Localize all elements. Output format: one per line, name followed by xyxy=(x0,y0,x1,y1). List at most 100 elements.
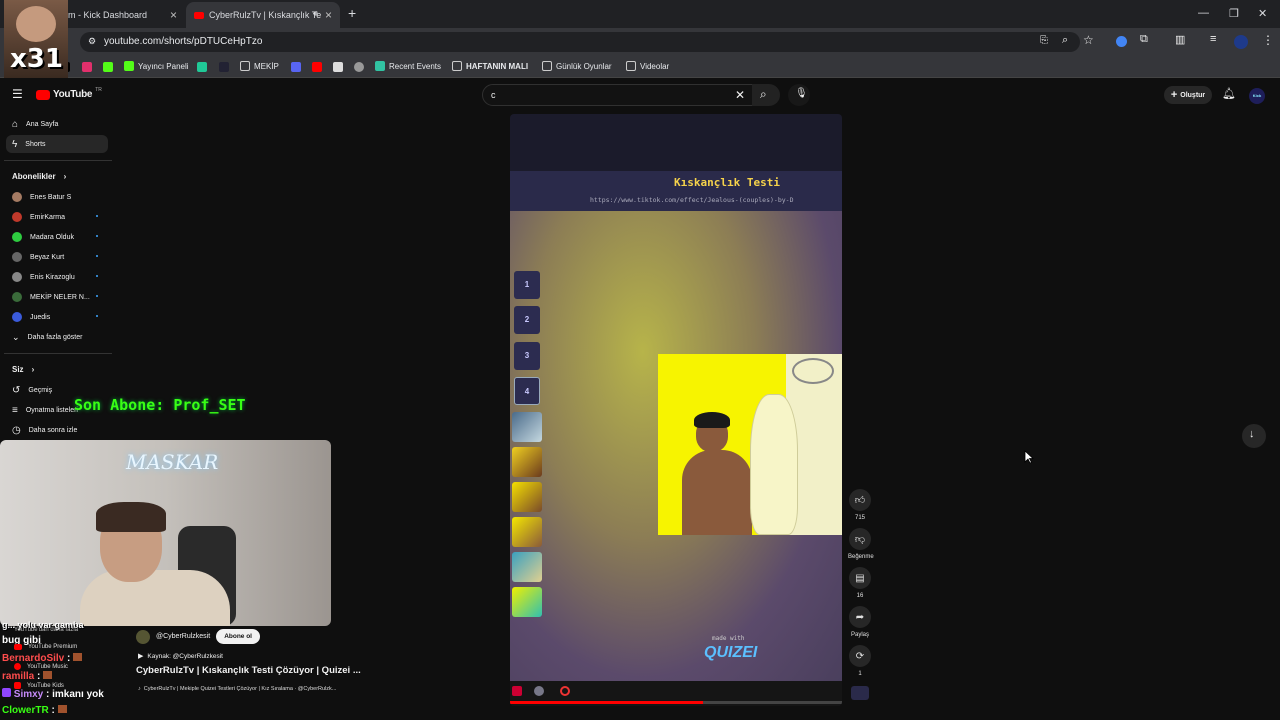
sidebar-show-more[interactable]: ⌄ Daha fazla göster xyxy=(6,328,108,346)
create-button[interactable]: + Oluştur xyxy=(1164,86,1212,104)
made-with-label: made with xyxy=(712,635,745,642)
like-count: 715 xyxy=(854,515,865,521)
youtube-more-label[interactable]: YouTube'dan daha fazla xyxy=(14,627,78,633)
instagram-bookmark-icon[interactable] xyxy=(82,62,92,72)
sidebar-item-subscription[interactable]: Enis Kirazoglu xyxy=(6,268,108,286)
player-controls xyxy=(510,681,842,706)
shower-head xyxy=(792,358,834,384)
search-button[interactable]: ⌕ xyxy=(752,84,780,106)
like-button[interactable]: 👍︎ 715 xyxy=(848,489,872,521)
profile-avatar[interactable] xyxy=(1234,35,1248,49)
video-title[interactable]: CyberRulzTv | Kıskançlık Testi Çözüyor |… xyxy=(136,665,361,676)
youtube-logo[interactable]: YouTube TR xyxy=(36,87,102,100)
bookmark-recent-events[interactable]: Recent Events xyxy=(375,61,441,71)
bookmark-yayinci-paneli[interactable]: Yayıncı Paneli xyxy=(124,61,189,71)
omnibox[interactable]: ⚙ youtube.com/shorts/pDTUCeHpTzo xyxy=(80,32,1080,52)
taskbar-icon[interactable] xyxy=(534,686,544,696)
zoom-icon[interactable]: ⌕ xyxy=(1062,34,1068,47)
account-avatar[interactable]: Kick xyxy=(1249,88,1265,104)
last-subscriber-overlay: Son Abone: Prof_SET xyxy=(74,396,246,414)
comment-icon: ▤ xyxy=(855,572,865,584)
taskbar-icon[interactable] xyxy=(560,686,570,696)
sidebar-item-subscription[interactable]: EmirKarma xyxy=(6,208,108,226)
sidebar-item-subscription[interactable]: Beyaz Kurt xyxy=(6,248,108,266)
play-icon: ▶ xyxy=(138,653,144,660)
emote-icon xyxy=(57,705,67,713)
subscribe-button[interactable]: Abone ol xyxy=(216,629,260,644)
menu-kebab-icon[interactable]: ⋮ xyxy=(1262,33,1274,47)
sound-thumbnail[interactable] xyxy=(851,686,869,700)
app-bookmark-icon[interactable] xyxy=(197,62,207,72)
bookmark-mekip[interactable]: MEKİP xyxy=(240,61,279,71)
clear-search-icon[interactable]: ✕ xyxy=(735,88,745,102)
image-bookmark-icon[interactable] xyxy=(333,62,343,72)
extensions-puzzle-icon[interactable]: ⧉ xyxy=(1140,33,1148,46)
ranked-thumbnail xyxy=(512,482,542,512)
rank-slot: 2 xyxy=(514,306,540,334)
youtube-bookmark-icon[interactable] xyxy=(312,62,322,72)
man-hair xyxy=(694,412,730,428)
speaker-icon[interactable]: 🔊︎ xyxy=(313,9,318,19)
bookmark-star-icon[interactable]: ☆ xyxy=(1083,33,1094,47)
search-input[interactable]: c ✕ xyxy=(482,84,754,106)
remix-button[interactable]: ⟳ 1 xyxy=(848,645,872,677)
play-bookmark-icon[interactable] xyxy=(219,62,229,72)
channel-avatar[interactable] xyxy=(136,629,150,644)
sidebar-item-home[interactable]: ⌂ Ana Sayfa xyxy=(6,115,108,133)
close-icon[interactable]: × xyxy=(170,8,177,22)
clock-icon: ◷ xyxy=(12,424,21,436)
youtube-premium-icon xyxy=(14,644,22,650)
restore-icon[interactable]: ❐ xyxy=(1229,7,1239,20)
source-row[interactable]: ▶ Kaynak: @CyberRulzkesit xyxy=(138,652,223,661)
voice-search-button[interactable]: 🎙︎ xyxy=(788,84,810,106)
playlist-icon: ≡ xyxy=(12,404,18,416)
site-info-icon[interactable]: ⚙ xyxy=(88,36,96,47)
circle-bookmark-icon[interactable] xyxy=(354,62,364,72)
extension-blue-icon[interactable] xyxy=(1116,36,1127,47)
folder-icon xyxy=(240,61,250,71)
bookmark-gunluk-oyunlar[interactable]: Günlük Oyunlar xyxy=(542,61,612,71)
channel-avatar xyxy=(12,252,22,262)
notifications-bell-icon[interactable]: 🔔︎ xyxy=(1222,87,1236,100)
bookmark-haftanin-mali[interactable]: HAFTANIN MALI xyxy=(452,61,528,71)
sidebar-item-subscription[interactable]: MEKİP NELER N... xyxy=(6,288,108,306)
comments-button[interactable]: ▤ 16 xyxy=(848,567,872,599)
hamburger-menu-icon[interactable]: ☰ xyxy=(12,87,23,101)
microphone-icon: 🎙︎ xyxy=(795,88,808,99)
share-button[interactable]: ➦ Paylaş xyxy=(848,606,872,638)
sidebar-you-header[interactable]: Siz › xyxy=(6,360,108,378)
progress-bar[interactable] xyxy=(510,701,842,704)
close-window-icon[interactable]: ✕ xyxy=(1258,7,1267,20)
youtube-music-link[interactable]: YouTube Music xyxy=(14,663,68,670)
youtube-premium-link[interactable]: YouTube Premium xyxy=(14,644,77,650)
media-control-icon[interactable]: ≡ xyxy=(1210,33,1216,45)
quiz-title-bar: Kıskançlık Testi https://www.tiktok.com/… xyxy=(510,171,842,211)
channel-avatar xyxy=(12,212,22,222)
taskbar-icon[interactable] xyxy=(512,686,522,696)
sound-row[interactable]: ♪ CyberRulzTv | Mekiple Quizei Testleri … xyxy=(138,684,360,694)
kick-bookmark-icon[interactable] xyxy=(103,62,113,72)
sidebar-item-subscription[interactable]: Madara Olduk xyxy=(6,228,108,246)
rank-slot: 4 xyxy=(514,377,540,405)
music-note-icon: ♪ xyxy=(138,686,141,692)
sidebar-item-subscription[interactable]: Enes Batur S xyxy=(6,188,108,206)
channel-avatar xyxy=(12,192,22,202)
discord-bookmark-icon[interactable] xyxy=(291,62,301,72)
bookmark-videolar[interactable]: Videolar xyxy=(626,61,669,71)
tab-youtube-short[interactable]: CyberRulzTv | Kıskançlık Te 🔊︎ × xyxy=(186,2,340,28)
install-app-icon[interactable]: ⎘ xyxy=(1040,35,1048,46)
close-icon[interactable]: × xyxy=(325,8,332,22)
sidebar-subscriptions-header[interactable]: Abonelikler › xyxy=(6,167,108,185)
minimize-icon[interactable]: — xyxy=(1198,7,1209,19)
new-tab-button[interactable]: + xyxy=(348,5,356,21)
history-icon: ↺ xyxy=(12,384,21,396)
sidebar-item-subscription[interactable]: Juedis xyxy=(6,308,108,326)
channel-row: @CyberRulzkesit Abone ol xyxy=(136,629,260,644)
dislike-button[interactable]: 👎︎ Beğenme xyxy=(848,528,874,560)
channel-handle[interactable]: @CyberRulzkesit xyxy=(156,633,210,640)
side-panel-icon[interactable]: ▥ xyxy=(1175,33,1185,46)
sidebar-item-watch-later[interactable]: ◷ Daha sonra izle xyxy=(6,421,108,439)
shorts-video-player[interactable]: Kıskançlık Testi https://www.tiktok.com/… xyxy=(510,114,842,706)
sidebar-item-shorts[interactable]: ϟ Shorts xyxy=(6,135,108,153)
next-short-button[interactable]: ↓ xyxy=(1242,424,1266,448)
